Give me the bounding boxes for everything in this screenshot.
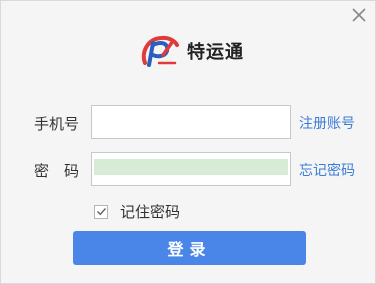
close-icon[interactable] <box>349 5 369 25</box>
login-window: 特运通 手机号 注册账号 密 码 忘记密码 记住密码 登录 <box>0 0 376 284</box>
brand-logo-icon <box>141 35 179 67</box>
password-autofill-highlight <box>94 159 288 175</box>
remember-password-toggle[interactable]: 记住密码 <box>94 201 180 222</box>
brand: 特运通 <box>139 33 244 69</box>
phone-label: 手机号 <box>34 115 80 133</box>
login-button[interactable]: 登录 <box>73 231 306 265</box>
register-link[interactable]: 注册账号 <box>299 113 355 133</box>
checkmark-icon <box>96 208 106 216</box>
remember-label: 记住密码 <box>120 203 181 221</box>
password-label: 密 码 <box>34 162 80 180</box>
remember-checkbox[interactable] <box>94 204 108 219</box>
app-name: 特运通 <box>187 42 244 63</box>
phone-input[interactable] <box>91 105 291 139</box>
forgot-password-link[interactable]: 忘记密码 <box>299 160 355 180</box>
